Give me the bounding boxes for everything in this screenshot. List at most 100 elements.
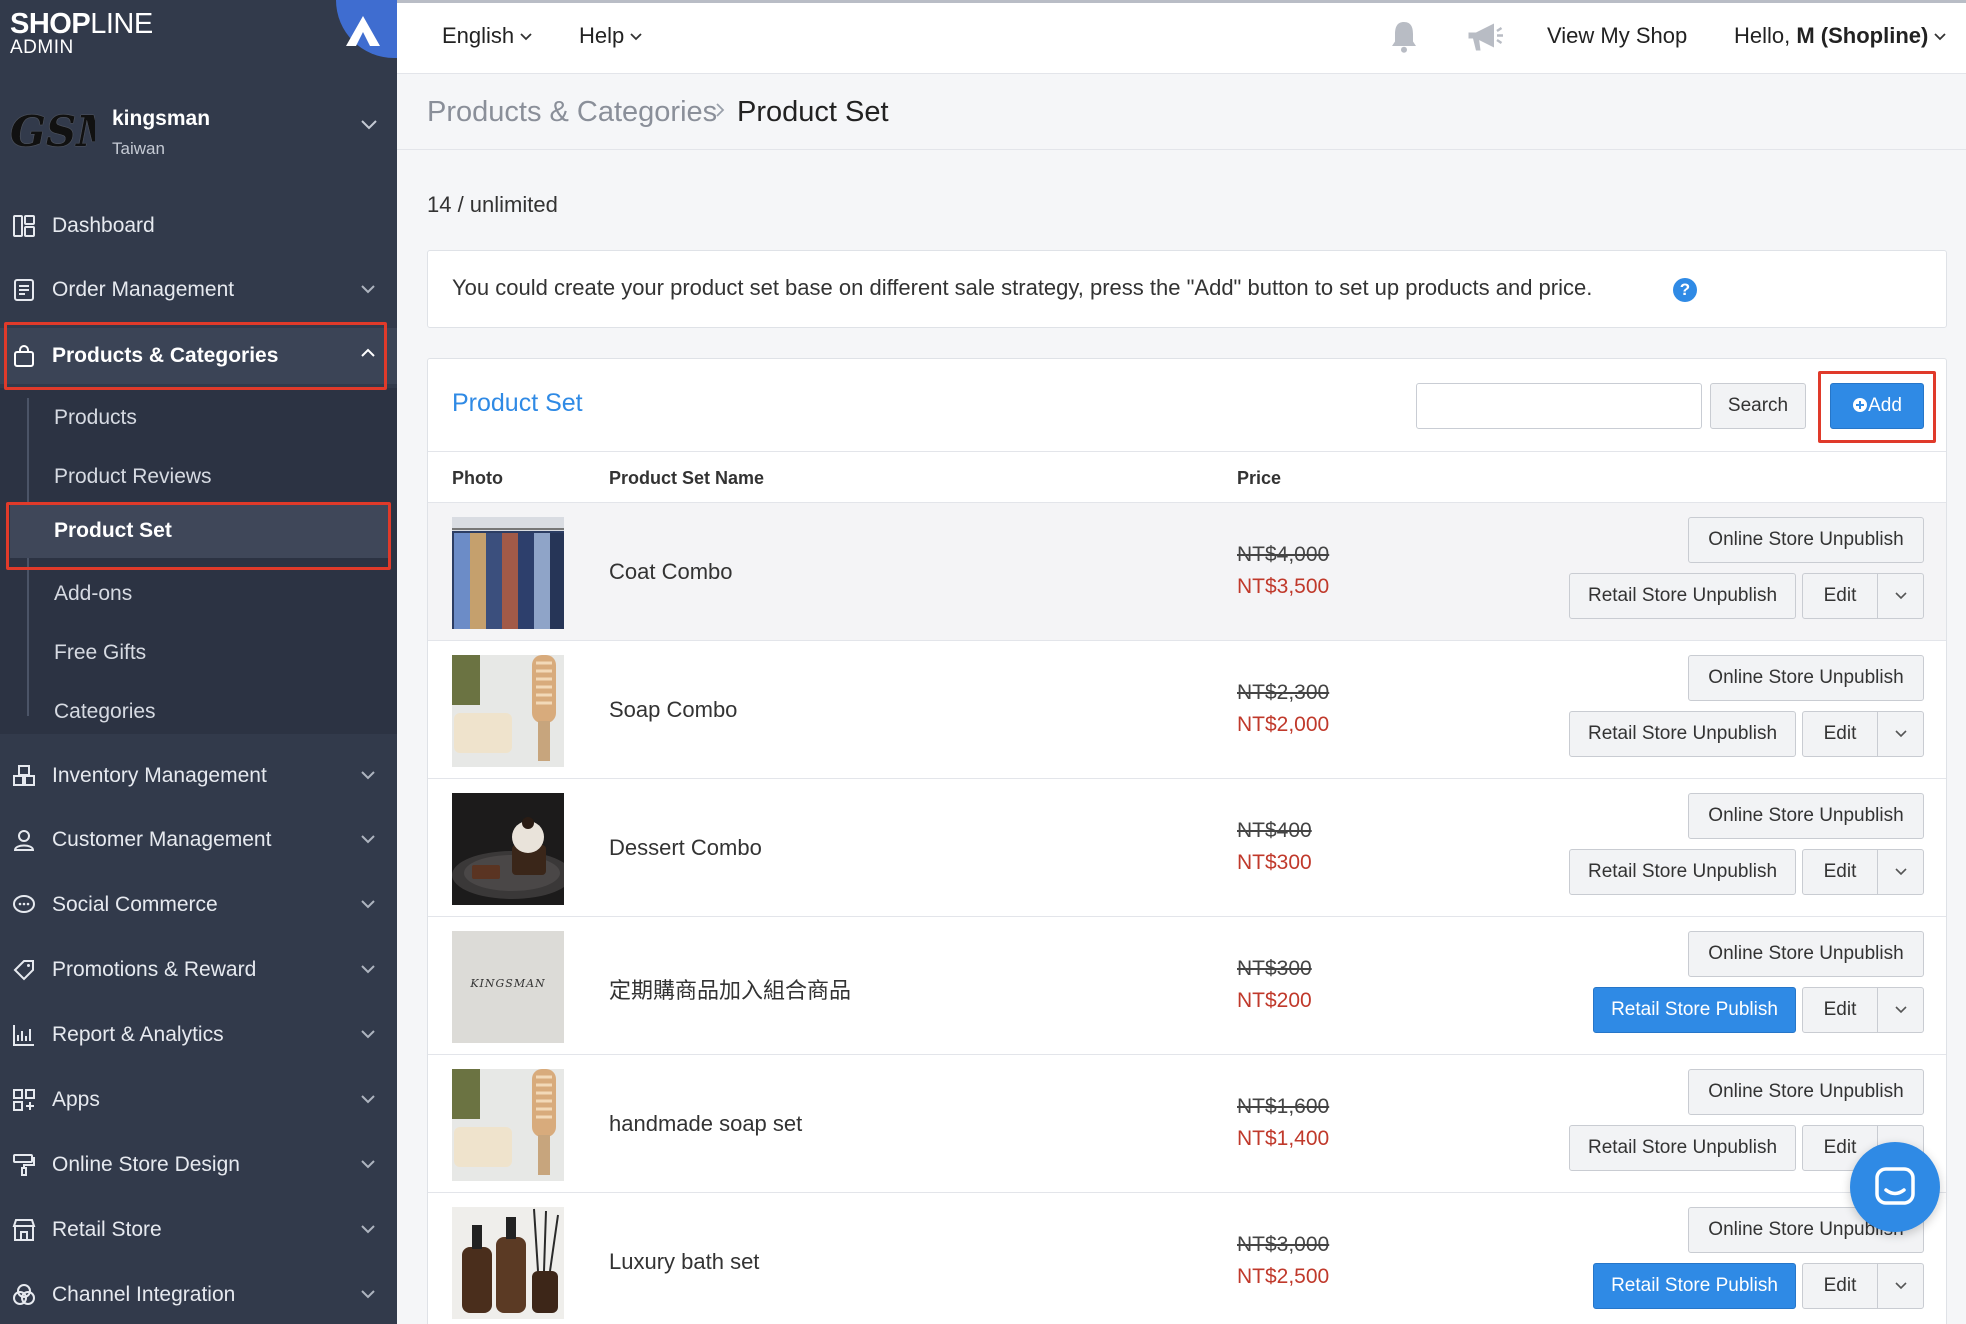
sidebar-item-channel-integration[interactable]: Channel Integration (0, 1267, 397, 1323)
sidebar-item-retail-store[interactable]: Retail Store (0, 1202, 397, 1258)
online-store-unpublish-button[interactable]: Online Store Unpublish (1688, 1069, 1924, 1115)
hello-prefix: Hello, (1734, 23, 1797, 48)
sidebar-item-order-management[interactable]: Order Management (0, 262, 397, 318)
product-photo-dessert[interactable] (452, 793, 564, 905)
product-photo-bath-set[interactable] (452, 1207, 564, 1319)
sidebar-item-label: Products & Categories (52, 344, 279, 367)
chevron-down-icon (361, 285, 375, 294)
view-my-shop-link[interactable]: View My Shop (1547, 23, 1687, 49)
sidebar-item-inventory-management[interactable]: Inventory Management (0, 748, 397, 804)
sidebar-item-addons[interactable]: Add-ons (54, 574, 132, 614)
more-actions-dropdown[interactable] (1877, 849, 1924, 895)
sidebar-item-promotions-reward[interactable]: Promotions & Reward (0, 942, 397, 998)
more-actions-dropdown[interactable] (1877, 987, 1924, 1033)
chevron-down-icon (1894, 1282, 1907, 1290)
table-row: handmade soap set NT$1,600 NT$1,400 Onli… (428, 1055, 1946, 1193)
more-actions-dropdown[interactable] (1877, 1263, 1924, 1309)
sidebar-item-label: Apps (52, 1088, 100, 1111)
retail-store-unpublish-button[interactable]: Retail Store Unpublish (1569, 849, 1796, 895)
sidebar-item-free-gifts[interactable]: Free Gifts (54, 633, 146, 673)
info-box: You could create your product set base o… (427, 250, 1947, 328)
sidebar-item-product-reviews[interactable]: Product Reviews (54, 457, 212, 497)
online-store-unpublish-button[interactable]: Online Store Unpublish (1688, 517, 1924, 563)
column-header-price: Price (1237, 468, 1282, 488)
edit-button[interactable]: Edit (1802, 849, 1878, 895)
integration-icon (13, 1284, 35, 1305)
sidebar-item-categories[interactable]: Categories (54, 692, 156, 732)
notification-bell-icon[interactable] (1380, 19, 1422, 55)
sidebar-item-label: Dashboard (52, 214, 155, 237)
product-set-name: 定期購商品加入組合商品 (609, 978, 852, 1003)
shopline-mark-icon (346, 16, 380, 46)
sale-price: NT$200 (1237, 989, 1312, 1012)
collapse-sidebar-button[interactable] (336, 0, 398, 58)
sidebar-item-social-commerce[interactable]: Social Commerce (0, 877, 397, 933)
original-price: NT$2,300 (1237, 681, 1330, 704)
help-dropdown[interactable]: Help (579, 23, 642, 49)
original-price: NT$300 (1237, 957, 1312, 980)
original-price: NT$3,000 (1237, 1233, 1330, 1256)
retail-store-unpublish-button[interactable]: Retail Store Unpublish (1569, 711, 1796, 757)
sidebar-item-products[interactable]: Products (54, 398, 137, 438)
shopline-logo[interactable]: SHOPLINE ADMIN (10, 8, 153, 59)
product-photo-soap[interactable] (452, 655, 564, 767)
user-menu[interactable]: Hello, M (Shopline) (1734, 23, 1946, 49)
chevron-up-icon (361, 348, 375, 357)
sidebar-item-label: Customer Management (52, 828, 272, 851)
search-input[interactable] (1416, 383, 1702, 429)
live-chat-button[interactable] (1850, 1142, 1940, 1232)
chevron-down-icon (361, 835, 375, 844)
chevron-right-icon (716, 103, 725, 117)
more-actions-dropdown[interactable] (1877, 573, 1924, 619)
edit-button[interactable]: Edit (1802, 987, 1878, 1033)
help-question-icon[interactable]: ? (1673, 278, 1697, 302)
more-actions-dropdown[interactable] (1877, 711, 1924, 757)
online-store-unpublish-button[interactable]: Online Store Unpublish (1688, 793, 1924, 839)
chevron-down-icon (361, 1290, 375, 1299)
panel-title: Product Set (452, 389, 583, 417)
retail-store-unpublish-button[interactable]: Retail Store Unpublish (1569, 1125, 1796, 1171)
sidebar-item-product-set[interactable]: Product Set (10, 504, 388, 558)
chevron-down-icon (361, 1225, 375, 1234)
product-photo-handmade-soap[interactable] (452, 1069, 564, 1181)
sidebar-item-customer-management[interactable]: Customer Management (0, 812, 397, 868)
product-set-quota: 14 / unlimited (427, 192, 558, 217)
language-dropdown[interactable]: English (442, 23, 532, 49)
language-label: English (442, 23, 515, 48)
breadcrumb-parent[interactable]: Products & Categories (427, 96, 717, 129)
sidebar-item-products-categories[interactable]: Products & Categories (0, 328, 397, 384)
add-button[interactable]: Add (1830, 383, 1924, 429)
top-bar: English Help View My Shop Hello, M (Shop… (397, 0, 1966, 74)
online-store-unpublish-button[interactable]: Online Store Unpublish (1688, 931, 1924, 977)
chevron-down-icon (361, 1160, 375, 1169)
sidebar-item-apps[interactable]: Apps (0, 1072, 397, 1128)
edit-button[interactable]: Edit (1802, 573, 1878, 619)
logo-bold: SHOP (10, 8, 91, 40)
product-photo-coats[interactable] (452, 517, 564, 629)
chevron-down-icon (361, 771, 375, 780)
store-switcher[interactable]: GSM kingsman Taiwan (0, 95, 397, 175)
original-price: NT$400 (1237, 819, 1312, 842)
sidebar-item-label: Report & Analytics (52, 1023, 224, 1046)
sidebar-item-label: Social Commerce (52, 893, 218, 916)
storefront-icon (12, 1219, 36, 1241)
search-button[interactable]: Search (1710, 383, 1806, 429)
sidebar-item-label: Order Management (52, 278, 235, 301)
product-set-name: Dessert Combo (609, 835, 762, 860)
product-set-panel: Product Set Search Add Photo Product Set… (427, 358, 1947, 1324)
sale-price: NT$1,400 (1237, 1127, 1330, 1150)
edit-button[interactable]: Edit (1802, 1263, 1878, 1309)
retail-store-publish-button[interactable]: Retail Store Publish (1593, 987, 1796, 1033)
announcement-megaphone-icon[interactable] (1459, 19, 1505, 55)
edit-button[interactable]: Edit (1802, 711, 1878, 757)
retail-store-unpublish-button[interactable]: Retail Store Unpublish (1569, 573, 1796, 619)
sidebar-item-report-analytics[interactable]: Report & Analytics (0, 1007, 397, 1063)
product-photo-kingsman[interactable]: KINGSMAN (452, 931, 564, 1043)
online-store-unpublish-button[interactable]: Online Store Unpublish (1688, 655, 1924, 701)
table-row: Dessert Combo NT$400 NT$300 Online Store… (428, 779, 1946, 917)
column-header-name: Product Set Name (609, 468, 765, 488)
retail-store-publish-button[interactable]: Retail Store Publish (1593, 1263, 1796, 1309)
sidebar-item-dashboard[interactable]: Dashboard (0, 198, 397, 254)
original-price: NT$1,600 (1237, 1095, 1330, 1118)
sidebar-item-online-store-design[interactable]: Online Store Design (0, 1137, 397, 1193)
